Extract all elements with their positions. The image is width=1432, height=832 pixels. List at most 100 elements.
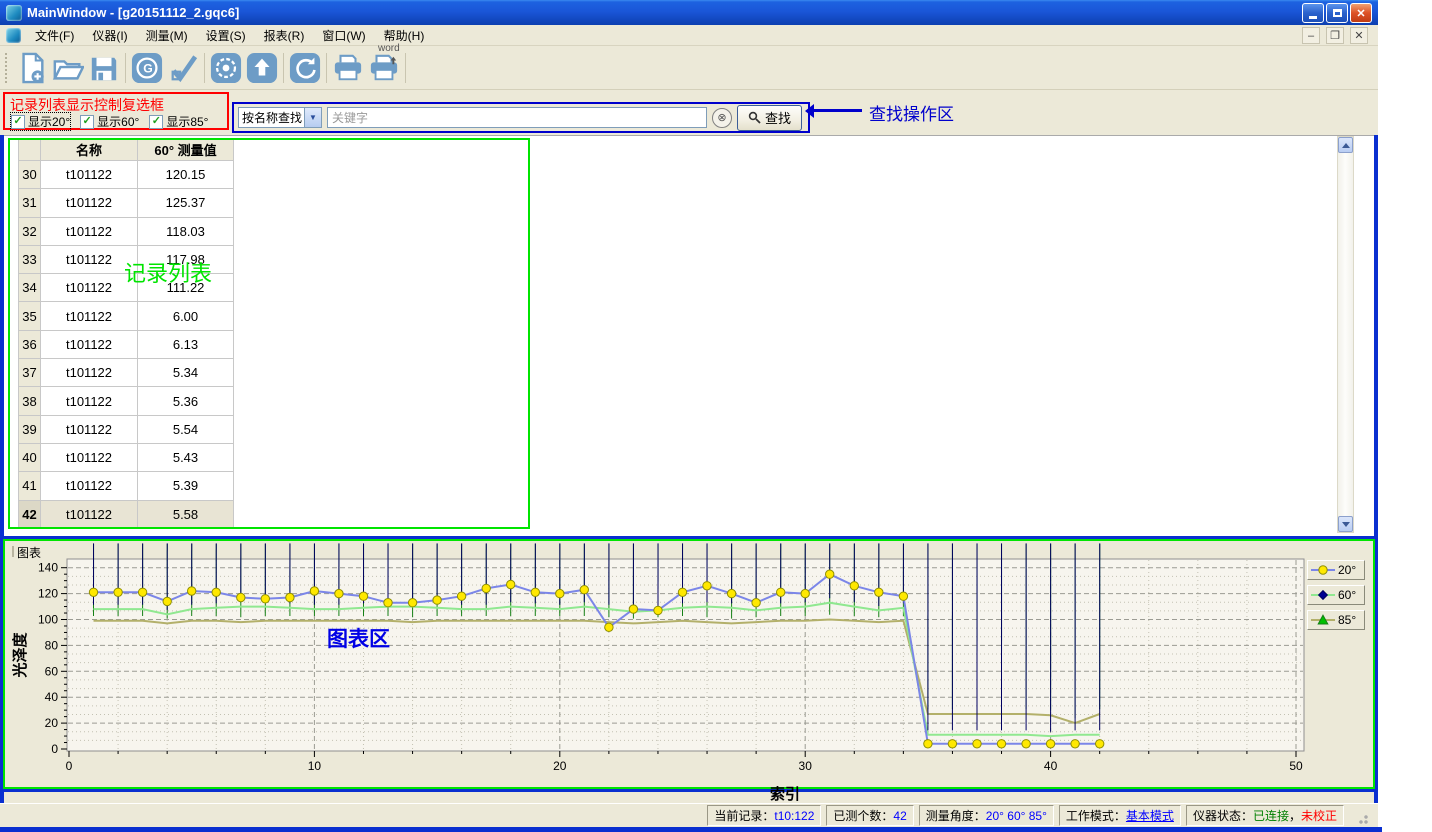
- table-row[interactable]: 36t1011226.13: [18, 331, 234, 359]
- new-file-icon[interactable]: [14, 50, 50, 86]
- arrow-down-icon: [1342, 522, 1350, 531]
- svg-text:30: 30: [799, 759, 813, 773]
- menu-item[interactable]: 窗口(W): [313, 25, 374, 46]
- table-row[interactable]: 39t1011225.54: [18, 416, 234, 444]
- svg-text:G: G: [143, 61, 153, 75]
- scroll-up-button[interactable]: [1338, 137, 1353, 153]
- resize-grip[interactable]: [1355, 811, 1368, 824]
- table-row[interactable]: 32t101122118.03: [18, 218, 234, 246]
- arrow-up-icon: [1342, 139, 1350, 148]
- upload-icon[interactable]: [244, 50, 280, 86]
- maximize-button[interactable]: [1326, 3, 1348, 23]
- record-name: t101122: [41, 444, 138, 472]
- record-name: t101122: [41, 189, 138, 217]
- record-value: 6.00: [138, 302, 234, 330]
- chart-green-frame: 图表 02040608010012014001020304050光泽度 图表区 …: [3, 539, 1375, 789]
- menubar: 文件(F)仪器(I)测量(M)设置(S)报表(R)窗口(W)帮助(H) – ❐ …: [0, 25, 1378, 46]
- print-icon[interactable]: [330, 50, 366, 86]
- search-annotation-box: 按名称查找 ▼ 关键字 ⊗ 查找: [232, 102, 810, 133]
- export-word-icon[interactable]: word: [366, 50, 402, 86]
- toolbar-separator: [125, 53, 126, 83]
- gear-icon[interactable]: [208, 50, 244, 86]
- record-name: t101122: [41, 302, 138, 330]
- legend-label: 20°: [1338, 563, 1356, 577]
- control-row: 记录列表显示控制复选框 ✓显示20°✓显示60°✓显示85° 按名称查找 ▼ 关…: [0, 90, 1378, 135]
- status-field: 仪器状态：已连接，未校正: [1186, 805, 1344, 826]
- table-scrollbar[interactable]: [1337, 136, 1354, 533]
- menu-item[interactable]: 报表(R): [255, 25, 314, 46]
- close-button[interactable]: ✕: [1350, 3, 1372, 23]
- titlebar[interactable]: MainWindow - [g20151112_2.gqc6] ✕: [0, 0, 1378, 25]
- row-number: 39: [18, 416, 41, 444]
- status-label: 当前记录：: [714, 809, 774, 823]
- table-row[interactable]: 42t1011225.58: [18, 501, 234, 529]
- find-button[interactable]: 查找: [737, 105, 802, 131]
- table-row[interactable]: 31t101122125.37: [18, 189, 234, 217]
- record-value: 5.34: [138, 359, 234, 387]
- display-angle-checkbox[interactable]: ✓显示60°: [80, 113, 139, 130]
- row-number: 30: [18, 161, 41, 189]
- menu-item[interactable]: 测量(M): [137, 25, 197, 46]
- mdi-minimize-button[interactable]: –: [1302, 27, 1320, 44]
- mdi-restore-button[interactable]: ❐: [1326, 27, 1344, 44]
- record-name: t101122: [41, 218, 138, 246]
- menu-item[interactable]: 仪器(I): [83, 25, 136, 46]
- record-value: 5.54: [138, 416, 234, 444]
- check-icon[interactable]: [165, 50, 201, 86]
- table-row[interactable]: 38t1011225.36: [18, 387, 234, 415]
- toolbar-grip[interactable]: [5, 53, 10, 83]
- legend-marker-icon: [1310, 614, 1336, 626]
- find-button-label: 查找: [765, 108, 791, 127]
- svg-text:光泽度: 光泽度: [11, 632, 29, 679]
- table-row[interactable]: 37t1011225.34: [18, 359, 234, 387]
- status-value: 未校正: [1301, 809, 1337, 823]
- save-icon[interactable]: [86, 50, 122, 86]
- record-name: t101122: [41, 161, 138, 189]
- chevron-down-icon[interactable]: ▼: [304, 108, 321, 127]
- status-value: ，: [1289, 809, 1301, 823]
- header-name: 名称: [41, 139, 138, 161]
- row-number: 31: [18, 189, 41, 217]
- menu-item[interactable]: 设置(S): [197, 25, 255, 46]
- table-header: 名称 60° 测量值: [18, 138, 234, 161]
- display-angle-checkbox[interactable]: ✓显示85°: [149, 113, 208, 130]
- statusbar: 当前记录：t10:122已测个数：42测量角度：20° 60° 85°工作模式：…: [0, 803, 1378, 827]
- refresh-icon[interactable]: [287, 50, 323, 86]
- record-area: 名称 60° 测量值 30t101122120.1531t101122125.3…: [4, 135, 1374, 536]
- table-row[interactable]: 30t101122120.15: [18, 161, 234, 189]
- table-row[interactable]: 41t1011225.39: [18, 472, 234, 500]
- clear-search-icon[interactable]: ⊗: [712, 108, 732, 128]
- status-value: 42: [893, 809, 906, 823]
- checkbox-annotation-box: 记录列表显示控制复选框 ✓显示20°✓显示60°✓显示85°: [3, 92, 229, 130]
- record-name: t101122: [41, 359, 138, 387]
- open-folder-icon[interactable]: [50, 50, 86, 86]
- table-row[interactable]: 35t1011226.00: [18, 302, 234, 330]
- record-table: 名称 60° 测量值 30t101122120.1531t101122125.3…: [18, 138, 234, 529]
- minimize-button[interactable]: [1302, 3, 1324, 23]
- svg-text:10: 10: [308, 759, 322, 773]
- search-annotation-label: 查找操作区: [869, 100, 954, 125]
- svg-text:0: 0: [66, 759, 73, 773]
- status-value[interactable]: 基本模式: [1126, 809, 1174, 823]
- mdi-close-button[interactable]: ✕: [1350, 27, 1368, 44]
- display-angle-checkbox[interactable]: ✓显示20°: [11, 113, 70, 130]
- legend-item[interactable]: 85°: [1307, 610, 1365, 630]
- row-number: 35: [18, 302, 41, 330]
- keyword-input[interactable]: 关键字: [327, 107, 707, 128]
- legend-item[interactable]: 20°: [1307, 560, 1365, 580]
- status-label: 测量角度：: [926, 809, 986, 823]
- menu-item[interactable]: 文件(F): [26, 25, 83, 46]
- search-mode-select[interactable]: 按名称查找 ▼: [238, 107, 322, 128]
- row-number: 37: [18, 359, 41, 387]
- scroll-down-button[interactable]: [1338, 516, 1353, 532]
- svg-text:140: 140: [38, 561, 58, 575]
- record-name: t101122: [41, 472, 138, 500]
- status-field: 测量角度：20° 60° 85°: [919, 805, 1054, 826]
- logo-g-icon[interactable]: G: [129, 50, 165, 86]
- table-row[interactable]: 40t1011225.43: [18, 444, 234, 472]
- checkbox-label: 显示85°: [166, 113, 208, 130]
- app-icon: [6, 5, 22, 21]
- main-window: MainWindow - [g20151112_2.gqc6] ✕ 文件(F)仪…: [0, 0, 1378, 832]
- legend-marker-icon: [1310, 589, 1336, 601]
- legend-item[interactable]: 60°: [1307, 585, 1365, 605]
